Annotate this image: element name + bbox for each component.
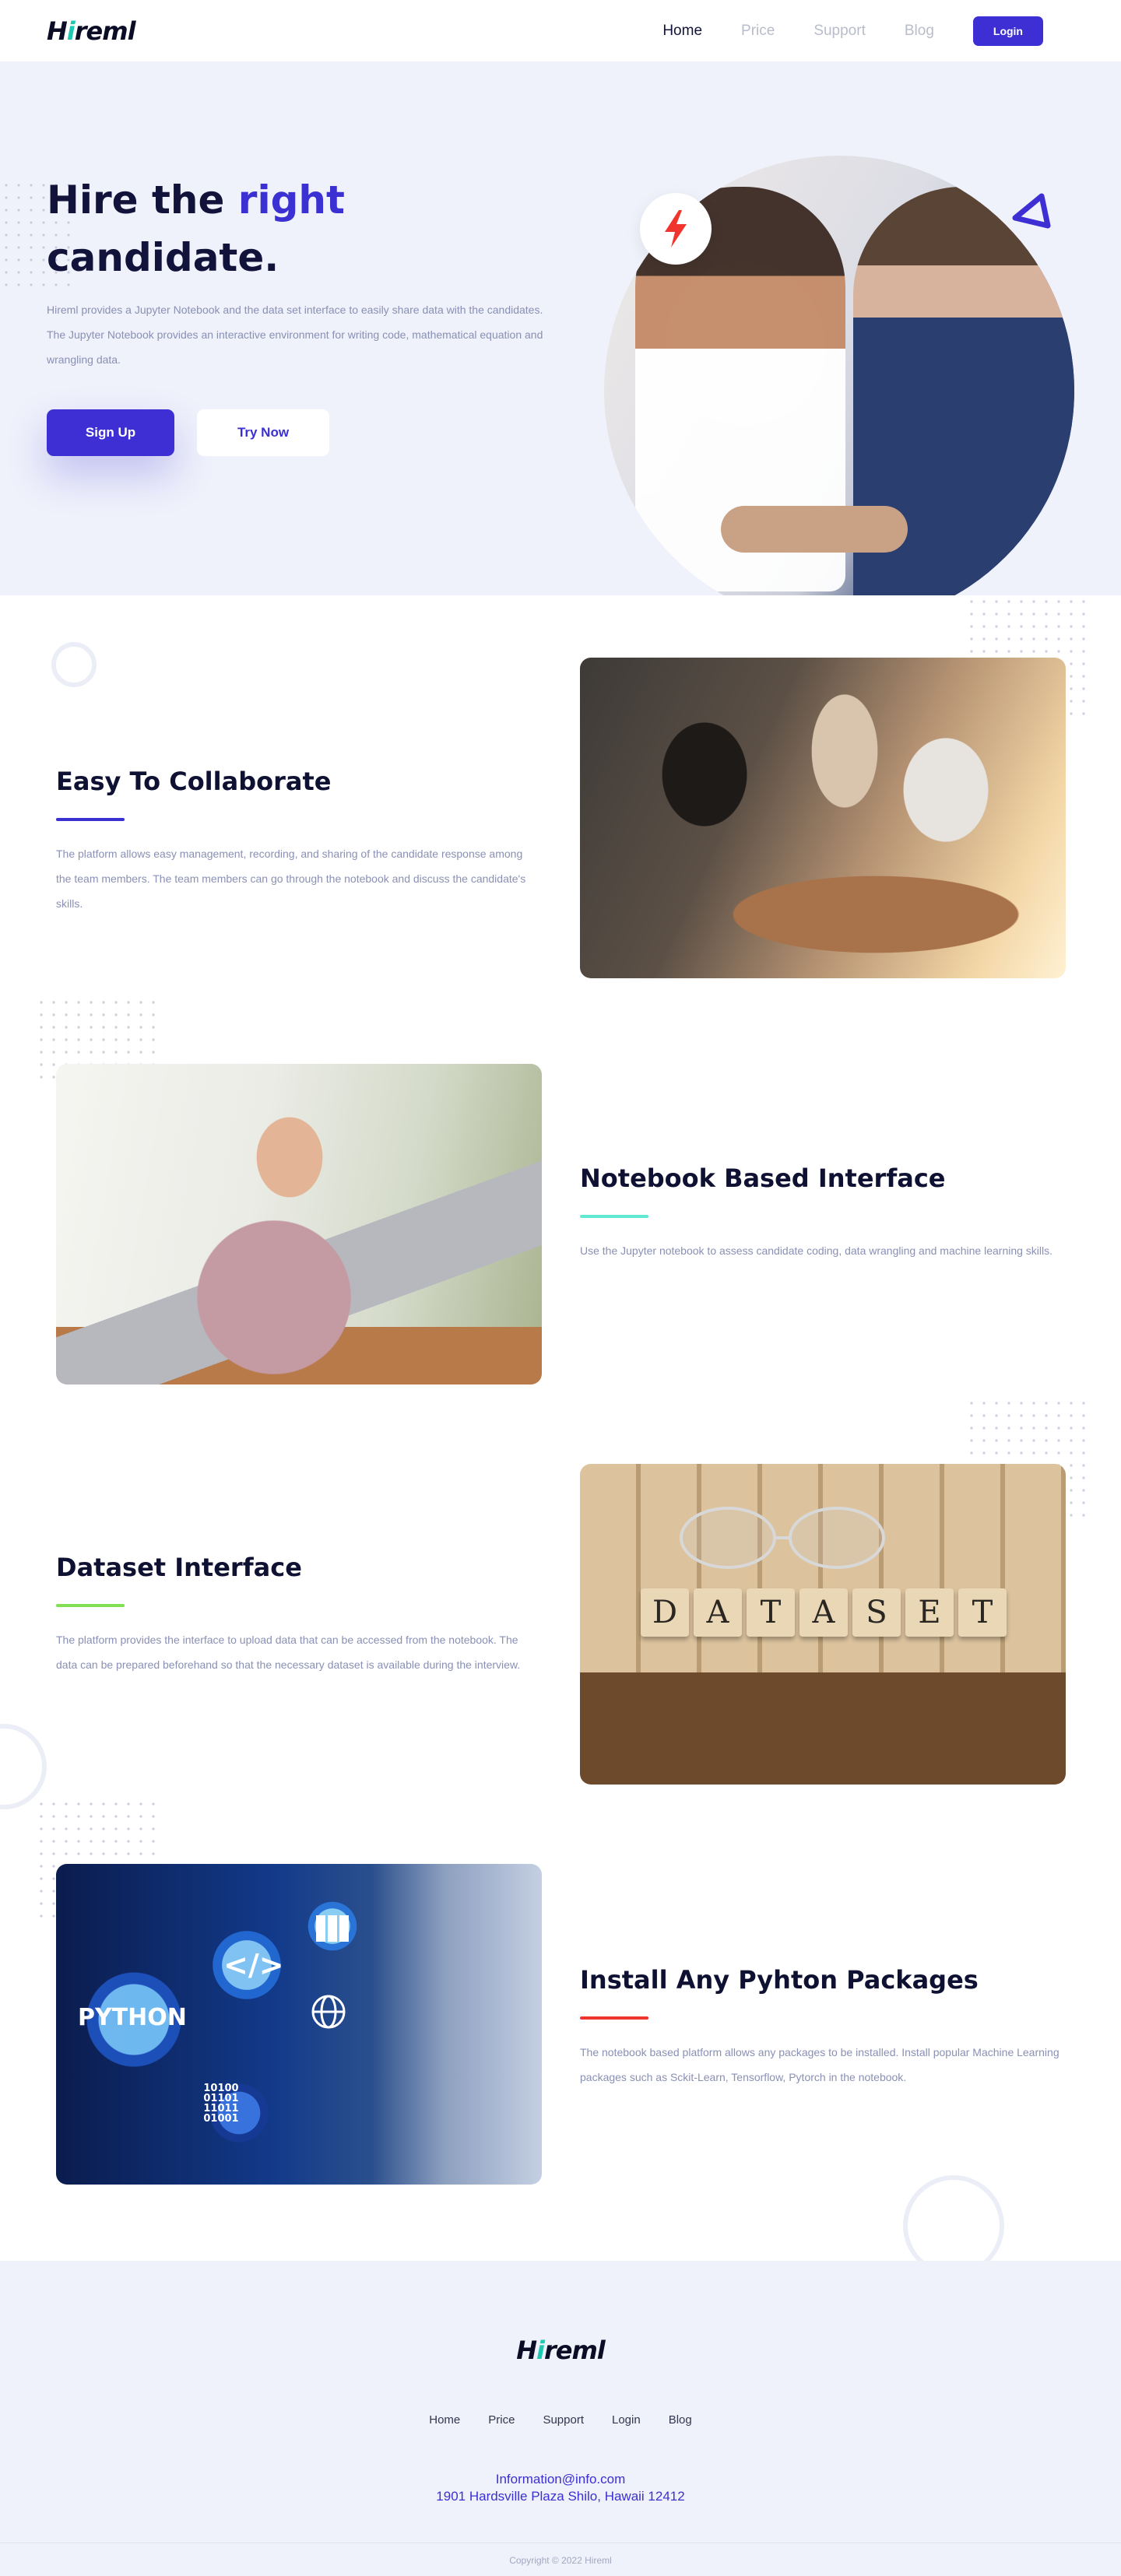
glasses-icon xyxy=(680,1507,885,1569)
lightning-badge xyxy=(640,193,712,265)
feature-title: Dataset Interface xyxy=(56,1553,302,1582)
footer-link-support[interactable]: Support xyxy=(543,2413,584,2427)
main-nav: Home Price Support Blog Login xyxy=(662,16,1043,46)
copyright-text: Copyright © 2022 Hireml xyxy=(509,2555,612,2566)
letter-tile: A xyxy=(799,1588,848,1637)
feature-title: Easy To Collaborate xyxy=(56,767,332,796)
contact-email[interactable]: Information@info.com xyxy=(0,2471,1121,2488)
nav-item-blog[interactable]: Blog xyxy=(905,23,934,40)
contact-info: Information@info.com 1901 Hardsville Pla… xyxy=(0,2471,1121,2505)
letter-tile: E xyxy=(905,1588,954,1637)
feature-dataset: Dataset Interface The platform provides … xyxy=(0,1436,1121,1825)
letter-tile: A xyxy=(694,1588,742,1637)
feature-description: Use the Jupyter notebook to assess candi… xyxy=(580,1244,1053,1257)
site-footer: Hireml Home Price Support Login Blog Inf… xyxy=(0,2261,1121,2576)
letter-tile: T xyxy=(747,1588,795,1637)
lightning-bolt-icon xyxy=(665,210,687,247)
hero-section: Hire the right candidate. Hireml provide… xyxy=(0,62,1121,595)
feature-collaborate: Easy To Collaborate The platform allows … xyxy=(0,658,1121,1047)
nav-item-support[interactable]: Support xyxy=(814,23,866,40)
hero-title-part2: candidate. xyxy=(47,235,279,280)
contact-address: 1901 Hardsville Plaza Shilo, Hawaii 1241… xyxy=(436,2489,685,2504)
man-with-laptop-image xyxy=(56,1064,542,1385)
letter-tile: T xyxy=(958,1588,1007,1637)
handshake xyxy=(721,506,908,553)
binary-text: 10100 01101 11011 01001 xyxy=(198,2083,244,2124)
code-symbol: </> xyxy=(223,1948,284,1982)
hero-title-highlight: right xyxy=(237,177,345,223)
login-button[interactable]: Login xyxy=(972,16,1043,46)
footer-link-blog[interactable]: Blog xyxy=(669,2413,692,2427)
letter-tile: S xyxy=(852,1588,901,1637)
feature-packages: PYTHON </> 10100 01101 11011 01001 Insta… xyxy=(0,1825,1121,2199)
python-gears-image: PYTHON </> 10100 01101 11011 01001 xyxy=(56,1864,542,2185)
footer-link-price[interactable]: Price xyxy=(488,2413,515,2427)
feature-title: Install Any Pyhton Packages xyxy=(580,1965,979,1995)
nav-item-home[interactable]: Home xyxy=(662,23,702,40)
globe-icon xyxy=(311,1995,346,2029)
try-now-button[interactable]: Try Now xyxy=(197,409,329,456)
feature-text: Install Any Pyhton Packages The notebook… xyxy=(580,1965,1078,2090)
sign-up-button[interactable]: Sign Up xyxy=(47,409,174,456)
dataset-tile-row: D A T A S E T xyxy=(641,1588,1007,1637)
footer-link-login[interactable]: Login xyxy=(612,2413,641,2427)
footer-link-home[interactable]: Home xyxy=(429,2413,460,2427)
python-label: PYTHON xyxy=(78,2004,187,2031)
feature-text: Dataset Interface The platform provides … xyxy=(56,1553,539,1677)
hero-title: Hire the right candidate. xyxy=(47,171,345,286)
feature-description: The platform provides the interface to u… xyxy=(56,1634,521,1671)
dataset-tiles-image: D A T A S E T xyxy=(580,1464,1066,1785)
brand-logo[interactable]: Hireml xyxy=(47,16,136,46)
feature-accent-bar xyxy=(56,1604,125,1607)
feature-description: The platform allows easy management, rec… xyxy=(56,848,526,910)
footer-logo[interactable]: Hireml xyxy=(0,2336,1121,2365)
feature-accent-bar xyxy=(580,1215,648,1218)
hero-title-part1: Hire the xyxy=(47,177,225,223)
triangle-outline-icon xyxy=(1012,193,1051,229)
letter-tile: D xyxy=(641,1588,689,1637)
binary-line: 01001 xyxy=(203,2113,239,2125)
feature-accent-bar xyxy=(580,2016,648,2020)
site-header: Hireml Home Price Support Blog Login xyxy=(0,0,1121,62)
footer-nav: Home Price Support Login Blog xyxy=(0,2413,1121,2427)
features-section: Easy To Collaborate The platform allows … xyxy=(0,595,1121,2261)
nav-item-price[interactable]: Price xyxy=(741,23,775,40)
team-collaboration-image xyxy=(580,658,1066,978)
hero-description: Hireml provides a Jupyter Notebook and t… xyxy=(47,304,543,366)
feature-notebook: Notebook Based Interface Use the Jupyter… xyxy=(0,1047,1121,1436)
feature-text: Notebook Based Interface Use the Jupyter… xyxy=(580,1163,1063,1263)
feature-text: Easy To Collaborate The platform allows … xyxy=(56,767,539,916)
feature-accent-bar xyxy=(56,818,125,821)
server-icon xyxy=(316,1915,349,1942)
feature-title: Notebook Based Interface xyxy=(580,1163,946,1193)
feature-description: The notebook based platform allows any p… xyxy=(580,2046,1060,2083)
